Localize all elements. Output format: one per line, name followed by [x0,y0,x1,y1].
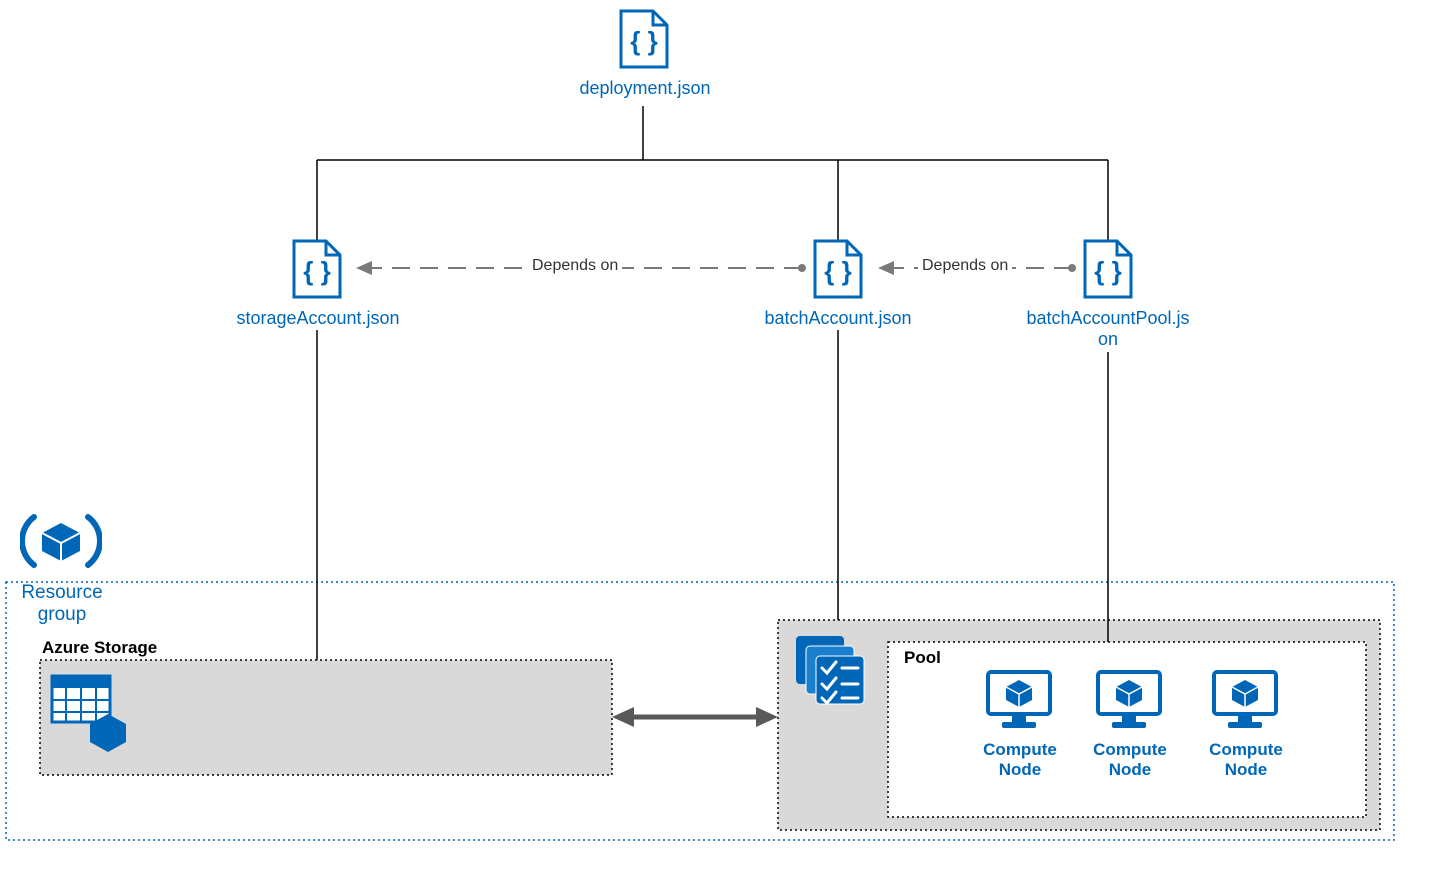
compute-node-label-1: Compute Node [974,740,1066,780]
diagram-canvas: { } deployment.json { } storageAccount.j… [0,0,1442,871]
svg-text:{ }: { } [824,256,851,286]
storage-blob-icon [48,672,130,752]
pool-heading: Pool [904,648,941,668]
svg-text:{ }: { } [303,256,330,286]
svg-text:{ }: { } [1094,256,1121,286]
compute-node-label-2: Compute Node [1084,740,1176,780]
azure-storage-heading: Azure Storage [42,638,157,658]
batch-account-label: batchAccount.json [748,308,928,329]
compute-node-icon-2 [1094,668,1164,732]
batch-account-pool-label: batchAccountPool.js on [1018,308,1198,350]
storage-account-file-icon: { } [291,238,343,300]
depends-on-label-1: Depends on [528,257,622,275]
storage-account-label: storageAccount.json [218,308,418,329]
resource-group-label: Resource group [8,582,116,626]
batch-account-pool-file-icon: { } [1082,238,1134,300]
batch-tasks-icon [792,632,870,708]
depends-on-label-2: Depends on [918,257,1012,275]
deployment-file-icon: { } [618,8,670,70]
batch-account-file-icon: { } [812,238,864,300]
compute-node-icon-1 [984,668,1054,732]
compute-node-label-3: Compute Node [1200,740,1292,780]
compute-node-icon-3 [1210,668,1280,732]
svg-text:{ }: { } [630,26,657,56]
resource-group-icon [20,505,102,577]
deployment-label: deployment.json [560,78,730,99]
